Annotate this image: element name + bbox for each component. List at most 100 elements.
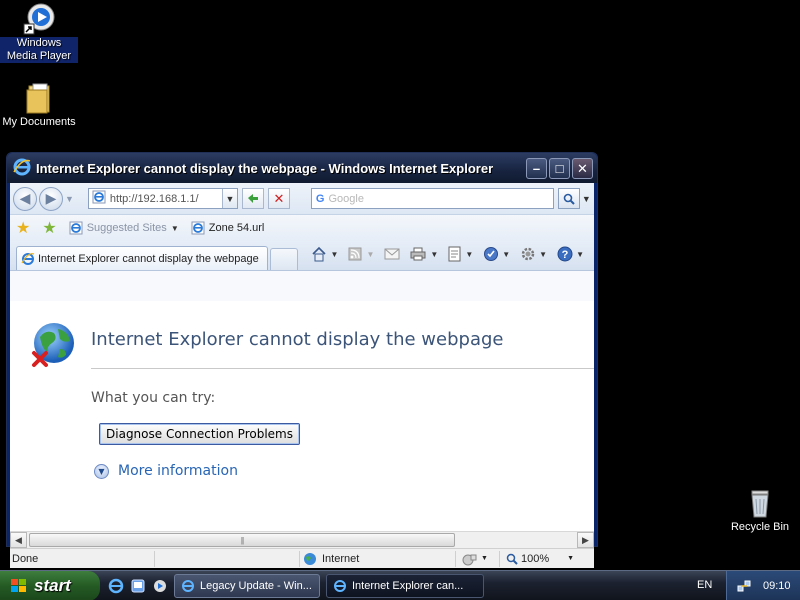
back-button[interactable]: ◀ <box>13 186 37 211</box>
show-desktop-icon[interactable] <box>130 578 146 594</box>
page-menu-button[interactable]: ▼ <box>448 246 473 262</box>
ie-quicklaunch-icon[interactable] <box>108 578 124 594</box>
status-empty-segment <box>155 550 300 567</box>
minimize-button[interactable]: – <box>526 157 547 179</box>
suggested-sites-label: Suggested Sites <box>86 222 167 234</box>
desktop-icon-label: Windows Media Player <box>0 37 78 63</box>
zone54-label: Zone 54.url <box>208 222 265 234</box>
error-title: Internet Explorer cannot display the web… <box>91 329 504 350</box>
scroll-left-button[interactable]: ◀ <box>10 532 27 548</box>
diagnose-connection-button[interactable]: Diagnose Connection Problems <box>99 423 300 445</box>
new-tab-button[interactable] <box>270 248 298 270</box>
taskbar-item-internet-explorer[interactable]: Internet Explorer can... <box>326 573 484 598</box>
chevron-down-icon: ▼ <box>567 555 575 562</box>
globe-error-icon <box>30 321 78 369</box>
tab-current[interactable]: Internet Explorer cannot display the web… <box>16 246 268 270</box>
desktop-icon-label: Recycle Bin <box>730 521 790 533</box>
stop-icon: ✕ <box>273 190 285 206</box>
stop-button[interactable]: ✕ <box>267 188 290 209</box>
task-label: Internet Explorer can... <box>352 579 464 592</box>
recycle-bin-icon <box>744 487 776 519</box>
horizontal-scrollbar[interactable]: ◀ ||| ▶ <box>10 531 594 548</box>
scroll-right-button[interactable]: ▶ <box>577 532 594 548</box>
suggested-sites-link[interactable]: Suggested Sites ▼ <box>69 221 179 235</box>
chevron-down-icon: ▼ <box>170 223 179 233</box>
refresh-icon <box>247 193 258 203</box>
address-dropdown-icon[interactable]: ▼ <box>221 189 237 208</box>
zoom-magnifier-icon <box>506 553 518 565</box>
zone54-link[interactable]: Zone 54.url <box>191 221 265 235</box>
desktop-icon-recycle-bin[interactable]: Recycle Bin <box>721 487 799 534</box>
chevron-down-icon: ▼ <box>366 249 375 259</box>
close-button[interactable]: ✕ <box>572 157 593 179</box>
help-icon: ? <box>557 246 573 262</box>
feeds-button[interactable]: ▼ <box>348 247 374 261</box>
chevron-down-icon: ▼ <box>330 249 339 259</box>
refresh-button[interactable] <box>241 188 264 209</box>
what-you-can-try: What you can try: <box>91 390 216 406</box>
favorites-star-icon: ★ <box>16 220 31 237</box>
zoom-control[interactable]: 100% ▼ <box>500 551 578 567</box>
expand-chevron-icon: ▼ <box>94 463 109 479</box>
search-options-dropdown-icon[interactable]: ▼ <box>582 194 594 204</box>
recent-pages-dropdown-icon[interactable]: ▼ <box>65 194 74 204</box>
mail-icon <box>384 248 400 260</box>
desktop-icon-my-documents[interactable]: My Documents <box>0 82 78 129</box>
favorites-bar: ★ ★ Suggested Sites ▼ Zone 54.url <box>10 215 594 241</box>
tools-button[interactable]: ▼ <box>520 246 547 262</box>
system-tray: 09:10 <box>726 571 800 600</box>
chevron-down-icon: ▼ <box>481 555 488 562</box>
forward-button[interactable]: ▶ <box>39 186 63 211</box>
taskbar-item-legacy-update[interactable]: Legacy Update - Win... <box>174 573 320 598</box>
tab-label: Internet Explorer cannot display the web… <box>38 252 259 265</box>
address-bar[interactable]: http://192.168.1.1/ ▼ <box>87 188 238 209</box>
more-information-link[interactable]: ▼ More information <box>94 463 238 479</box>
title-bar[interactable]: Internet Explorer cannot display the web… <box>7 153 597 183</box>
maximize-button[interactable]: □ <box>549 157 570 179</box>
tab-bar: Internet Explorer cannot display the web… <box>10 241 594 271</box>
clock[interactable]: 09:10 <box>763 580 791 592</box>
language-indicator[interactable]: EN <box>697 579 712 591</box>
media-player-icon <box>23 3 55 35</box>
ie-page-icon <box>191 221 205 235</box>
command-bar: ▼ ▼ ▼ ▼ ▼ ▼ ? ▼ <box>303 246 584 262</box>
task-label: Legacy Update - Win... <box>200 579 312 592</box>
ie-logo-icon <box>334 579 346 592</box>
safety-shield-icon <box>484 247 499 261</box>
printer-icon <box>410 247 426 261</box>
scroll-thumb[interactable]: ||| <box>29 533 455 547</box>
chevron-down-icon: ▼ <box>430 249 439 259</box>
media-player-quicklaunch-icon[interactable] <box>152 578 168 594</box>
network-tray-icon[interactable] <box>737 579 751 593</box>
internet-globe-icon <box>304 552 316 565</box>
browser-chrome: ◀ ▶ ▼ http://192.168.1.1/ ▼ ✕ G Google ▼… <box>10 183 594 568</box>
ie-logo-icon <box>21 252 35 265</box>
home-button[interactable]: ▼ <box>311 246 339 262</box>
ie-page-icon <box>69 221 83 235</box>
safety-button[interactable]: ▼ <box>483 246 510 262</box>
google-search-icon: G <box>315 192 325 205</box>
favorites-button[interactable]: ★ <box>16 218 30 238</box>
status-bar: Done Internet ▼ 100% ▼ <box>10 548 594 568</box>
address-url[interactable]: http://192.168.1.1/ <box>110 193 222 205</box>
ie-window: Internet Explorer cannot display the web… <box>6 152 598 568</box>
chevron-down-icon: ▼ <box>539 249 548 259</box>
security-zone[interactable]: Internet <box>300 550 456 567</box>
page-menu-icon <box>448 246 461 262</box>
ie-logo-icon <box>13 158 31 179</box>
chevron-down-icon: ▼ <box>465 249 474 259</box>
add-to-favorites-button[interactable]: ★ <box>42 218 56 238</box>
title-divider <box>91 368 594 369</box>
search-button[interactable] <box>557 188 580 209</box>
print-button[interactable]: ▼ <box>410 247 438 261</box>
help-button[interactable]: ? ▼ <box>557 246 584 262</box>
desktop-icon-label: My Documents <box>2 116 76 128</box>
ie-logo-icon <box>182 579 194 592</box>
back-arrow-icon: ◀ <box>19 190 31 206</box>
desktop-icon-windows-media-player[interactable]: Windows Media Player <box>0 3 78 63</box>
search-placeholder: Google <box>328 192 364 205</box>
search-input[interactable]: G Google <box>310 188 554 209</box>
start-button[interactable]: start <box>0 570 100 600</box>
read-mail-button[interactable] <box>384 248 400 260</box>
protected-mode-button[interactable]: ▼ <box>456 550 500 567</box>
